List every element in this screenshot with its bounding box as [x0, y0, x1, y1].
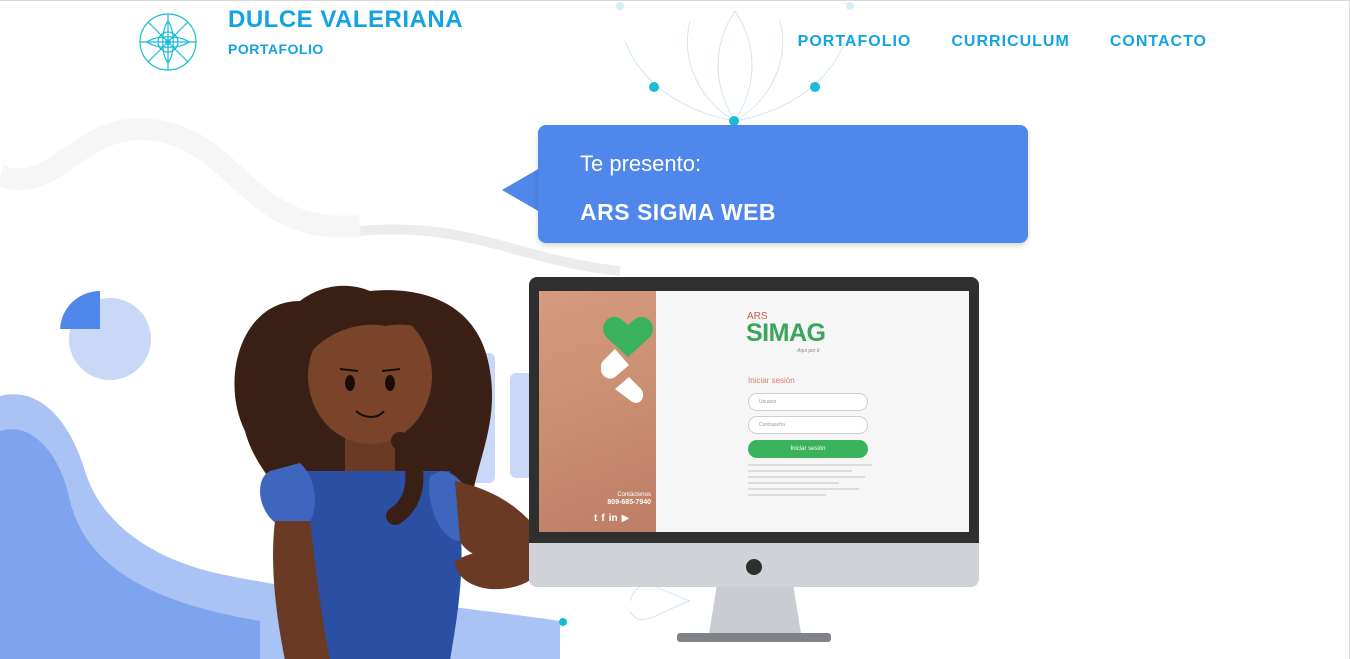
facebook-icon[interactable]: f	[601, 513, 604, 524]
page: DULCE VALERIANA PORTAFOLIO PORTAFOLIO CU…	[0, 0, 1350, 659]
monitor-power-button	[746, 559, 762, 575]
nav-item-contacto[interactable]: CONTACTO	[1110, 33, 1207, 51]
monitor-stand	[708, 587, 802, 635]
main-nav: PORTAFOLIO CURRICULUM CONTACTO	[798, 33, 1207, 51]
password-field[interactable]: Contraseña	[748, 416, 868, 434]
screen-footer-text	[748, 464, 878, 500]
contact-phone: 809-685-7940	[607, 499, 651, 506]
mandala-logo-icon[interactable]	[137, 11, 199, 73]
twitter-icon[interactable]: t	[594, 513, 597, 524]
youtube-icon[interactable]: ▶	[622, 513, 630, 524]
contact-label: Contáctenos	[617, 492, 651, 498]
nav-item-curriculum[interactable]: CURRICULUM	[951, 33, 1069, 51]
project-screenshot[interactable]: Contáctenos 809-685-7940 t f in ▶ ARS SI…	[539, 291, 969, 532]
linkedin-icon[interactable]: in	[609, 513, 618, 524]
login-button[interactable]: Iniciar sesión	[748, 440, 868, 458]
bubble-intro-text: Te presento:	[580, 151, 702, 176]
monitor-stand-base	[677, 633, 831, 642]
speech-bubble: Te presento: ARS SIGMA WEB	[538, 125, 1028, 243]
brand-name[interactable]: DULCE VALERIANA	[228, 6, 463, 34]
brand-subtitle: PORTAFOLIO	[228, 41, 324, 57]
social-icons: t f in ▶	[594, 513, 629, 524]
simag-tagline: Aqui por ti	[797, 348, 820, 354]
login-title: Iniciar sesión	[748, 376, 795, 385]
project-title: ARS SIGMA WEB	[580, 199, 777, 225]
speech-bubble-tail	[502, 168, 540, 212]
username-field[interactable]: Usuario	[748, 393, 868, 411]
monitor: Contáctenos 809-685-7940 t f in ▶ ARS SI…	[529, 277, 979, 587]
heart-icon	[601, 316, 653, 403]
simag-logo: SIMAG	[746, 319, 826, 347]
monitor-frame: Contáctenos 809-685-7940 t f in ▶ ARS SI…	[529, 277, 979, 545]
screen-left-panel: Contáctenos 809-685-7940 t f in ▶	[539, 291, 656, 532]
nav-item-portafolio[interactable]: PORTAFOLIO	[798, 33, 912, 51]
